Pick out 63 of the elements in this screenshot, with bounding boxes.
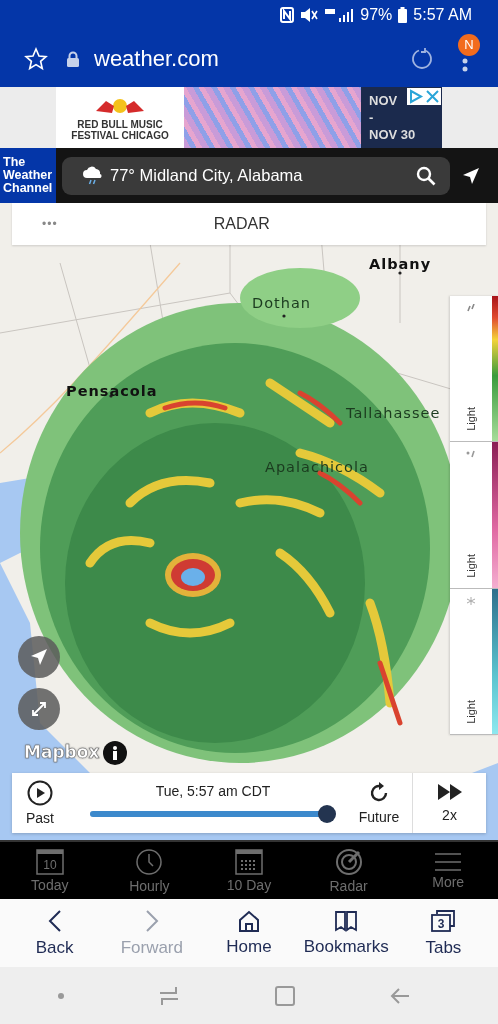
- expand-arrows-icon: [30, 700, 48, 718]
- location-text: 77° Midland City, Alabama: [110, 166, 304, 185]
- calendar-day-icon: 10: [35, 848, 64, 875]
- calendar-grid-icon: [235, 848, 263, 875]
- close-icon[interactable]: [424, 88, 441, 105]
- signal-icon: [324, 7, 355, 23]
- mute-icon: [300, 7, 319, 23]
- nav-tab[interactable]: More: [398, 842, 498, 899]
- future-button[interactable]: Future: [346, 773, 412, 833]
- ad-date-text: NOV 30: [369, 127, 416, 142]
- ad-choices-icon[interactable]: [407, 88, 424, 105]
- nav-tab[interactable]: 10 Day: [199, 842, 299, 899]
- city-label: Pensacola: [66, 383, 158, 399]
- dot-icon[interactable]: [56, 991, 65, 1000]
- star-icon[interactable]: [24, 46, 48, 71]
- battery-percent: 97%: [360, 6, 393, 24]
- rain-icon: [464, 304, 478, 313]
- nav-tab[interactable]: Radar: [298, 842, 399, 899]
- weather-channel-logo[interactable]: The Weather Channel: [0, 148, 56, 203]
- nfc-icon: [280, 7, 295, 23]
- info-icon: [112, 746, 118, 760]
- legend-label: Light: [465, 553, 477, 578]
- menu-icon[interactable]: [462, 57, 468, 72]
- battery-icon: [398, 7, 408, 23]
- navigation-arrow-icon[interactable]: [462, 166, 480, 185]
- timestamp-text: Tue, 5:57 am CDT: [155, 783, 271, 799]
- more-options-button[interactable]: •••: [42, 217, 58, 231]
- mix-icon: [464, 450, 478, 460]
- radar-title: RADAR: [213, 215, 270, 233]
- search-icon[interactable]: [416, 165, 436, 186]
- toolbar-button[interactable]: Back: [6, 899, 104, 967]
- speed-button[interactable]: 2x: [412, 773, 486, 833]
- url-text[interactable]: weather.com: [94, 45, 400, 72]
- toolbar-button[interactable]: 3 Tabs: [394, 899, 492, 967]
- city-label: Dothan: [252, 295, 311, 311]
- legend-label: Light: [465, 407, 477, 432]
- fast-forward-icon: [436, 783, 463, 801]
- nav-tab[interactable]: Hourly: [99, 842, 200, 899]
- toolbar-button[interactable]: Bookmarks: [297, 899, 395, 967]
- home-icon: [238, 909, 260, 932]
- slider-thumb[interactable]: [318, 805, 336, 823]
- rain-cloud-icon: [82, 165, 104, 186]
- play-button[interactable]: Past: [12, 773, 68, 833]
- city-label: Albany: [369, 256, 432, 272]
- location-search-field[interactable]: 77° Midland City, Alabama: [62, 156, 450, 195]
- hurricane-eye-drawing: [165, 553, 221, 597]
- radar-icon: [334, 847, 363, 876]
- time-slider[interactable]: [90, 805, 336, 823]
- ad-date-text: NOV: [369, 93, 398, 108]
- ad-date-text: -: [369, 110, 374, 125]
- ad-brand-text: RED BULL MUSIC FESTIVAL CHICAGO: [70, 118, 170, 141]
- clock-time: 5:57 AM: [413, 6, 472, 24]
- clock-icon: [135, 847, 164, 876]
- menu-icon: [434, 851, 463, 872]
- toolbar-button[interactable]: Home: [200, 899, 298, 967]
- legend-label: Light: [465, 700, 477, 724]
- reload-icon[interactable]: [410, 46, 434, 71]
- nav-tab[interactable]: 10 Today: [0, 842, 100, 899]
- snow-icon: [464, 596, 478, 606]
- book-icon: [334, 909, 359, 932]
- lock-icon: [66, 50, 80, 67]
- play-icon: [27, 780, 53, 806]
- navigation-arrow-icon: [30, 648, 48, 666]
